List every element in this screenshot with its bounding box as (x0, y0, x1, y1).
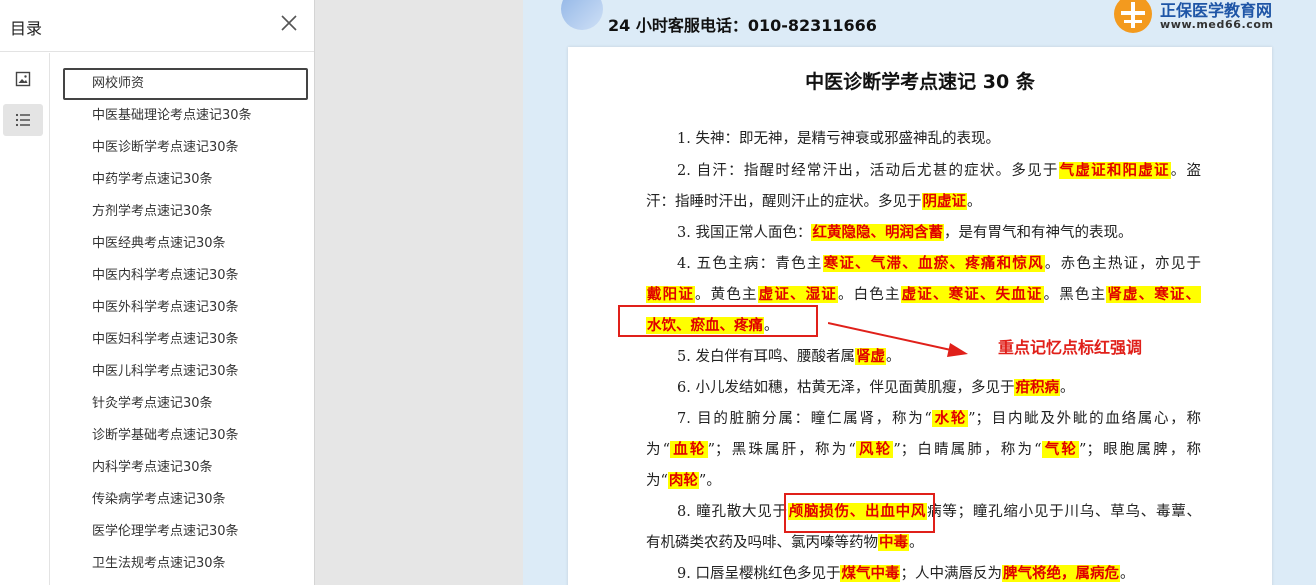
text-line: 为“血轮”；黑珠属肝，称为“风轮”；白睛属肺，称为“气轮”；眼胞属脾，称 (646, 434, 1201, 465)
text-run: ”；白睛属肺，称为“ (893, 442, 1042, 458)
text-line: 9. 口唇呈樱桃红色多见于煤气中毒；人中满唇反为脾气将绝，属病危。 (646, 558, 1201, 585)
text-run: 2. 自汗：指醒时经常汗出，活动后尤甚的症状。多见于 (677, 163, 1059, 179)
text-line: 戴阳证。黄色主虚证、湿证。白色主虚证、寒证、失血证。黑色主肾虚、寒证、 (646, 279, 1202, 310)
text-line: 2. 自汗：指醒时经常汗出，活动后尤甚的症状。多见于气虚证和阳虚证。盗 (646, 155, 1201, 186)
document-viewer[interactable]: 24 小时客服电话：010-82311666 正保医学教育网 www.med66… (523, 0, 1316, 585)
text-run: 。黑色主 (1043, 287, 1107, 303)
text-line: 7. 目的脏腑分属：瞳仁属肾，称为“水轮”；目内眦及外眦的血络属心，称 (646, 403, 1201, 434)
highlight-run: 煤气中毒 (840, 565, 901, 582)
toc-item[interactable]: 中医内科学考点速记30条 (63, 260, 308, 292)
text-line: 1. 失神：即无神，是精亏神衰或邪盛神乱的表现。 (646, 124, 1201, 155)
highlight-run: 风轮 (855, 441, 894, 458)
highlight-run: 水轮 (931, 410, 969, 427)
text-run: 7. 目的脏腑分属：瞳仁属肾，称为“ (677, 411, 932, 427)
text-line: 6. 小儿发结如穗，枯黄无泽，伴见面黄肌瘦，多见于疳积病。 (646, 372, 1201, 403)
text-run: 。 (764, 318, 779, 334)
highlight-run: 虚证、寒证、失血证 (900, 286, 1044, 303)
text-run: 1. 失神：即无神，是精亏神衰或邪盛神乱的表现。 (677, 131, 1000, 147)
highlight-run: 戴阳证 (646, 286, 695, 303)
toc-item[interactable]: 中医基础理论考点速记30条 (63, 100, 308, 132)
annotation-label: 重点记忆点标红强调 (998, 338, 1143, 357)
toc-item[interactable]: 中医经典考点速记30条 (63, 228, 308, 260)
text-run: ，是有胃气和有神气的表现。 (943, 225, 1133, 241)
highlight-run: 寒证、气滞、血瘀、疼痛和惊风 (822, 255, 1045, 272)
document-header: 24 小时客服电话：010-82311666 正保医学教育网 www.med66… (523, 0, 1316, 46)
text-run: ”；目内眦及外眦的血络属心，称 (968, 411, 1202, 427)
decor-circle (561, 0, 603, 30)
text-run: 。 (909, 535, 924, 551)
sidebar-header: 目录 (0, 0, 314, 52)
text-line: 4. 五色主病：青色主寒证、气滞、血瘀、疼痛和惊风。赤色主热证，亦见于 (646, 248, 1201, 279)
highlight-run: 疳积病 (1014, 379, 1060, 396)
text-run: 。白色主 (837, 287, 901, 303)
toc-item[interactable]: 诊断学基础考点速记30条 (63, 420, 308, 452)
image-icon (15, 71, 31, 87)
highlight-run: 脾气将绝，属病危 (1001, 565, 1120, 582)
toc-item[interactable]: 卫生法规考点速记30条 (63, 548, 308, 580)
text-run: 。 (1059, 380, 1075, 396)
toc-item[interactable]: 针灸学考点速记30条 (63, 388, 308, 420)
brand-url: www.med66.com (1160, 18, 1274, 31)
highlight-run: 阴虚证 (921, 193, 967, 210)
text-run: ；人中满唇反为 (900, 566, 1002, 582)
text-run: 有机磷类农药及吗啡、氯丙嗪等药物 (646, 535, 878, 551)
text-line: 3. 我国正常人面色：红黄隐隐、明润含蓄，是有胃气和有神气的表现。 (646, 217, 1201, 248)
text-run: ”。 (698, 473, 721, 489)
highlight-run: 气虚证和阳虚证 (1058, 162, 1171, 179)
text-run: ”；眼胞属脾，称 (1079, 442, 1201, 458)
toc-item[interactable]: 传染病学考点速记30条 (63, 484, 308, 516)
close-icon[interactable] (278, 12, 300, 34)
text-line: 汗：指睡时汗出，醒则汗止的症状。多见于阴虚证。 (646, 186, 1201, 217)
highlight-run: 气轮 (1041, 441, 1080, 458)
text-run: 为“ (646, 473, 668, 489)
sidebar-title: 目录 (10, 19, 43, 38)
highlight-run: 颅脑损伤、出血中风 (787, 503, 928, 520)
toc-item[interactable]: 医学伦理学考点速记30条 (63, 516, 308, 548)
text-run: 3. 我国正常人面色： (677, 225, 812, 241)
hotline-text: 24 小时客服电话：010-82311666 (608, 16, 877, 35)
text-run: 病等；瞳孔缩小见于川乌、草乌、毒蕈、 (927, 504, 1202, 520)
brand-logo-icon (1111, 0, 1155, 34)
text-run: 。赤色主热证，亦见于 (1044, 256, 1202, 272)
text-run: 汗：指睡时汗出，醒则汗止的症状。多见于 (646, 194, 922, 210)
text-line: 为“肉轮”。 (646, 465, 1201, 496)
highlight-run: 虚证、湿证 (757, 286, 838, 303)
highlight-run: 血轮 (670, 441, 708, 458)
text-run: 。 (1119, 566, 1135, 582)
document-page: 中医诊断学考点速记 30 条 1. 失神：即无神，是精亏神衰或邪盛神乱的表现。 … (568, 47, 1272, 585)
text-run: 。盗 (1170, 163, 1202, 179)
text-line: 8. 瞳孔散大见于颅脑损伤、出血中风病等；瞳孔缩小见于川乌、草乌、毒蕈、 (646, 496, 1201, 527)
toc-item[interactable]: 网校师资 (63, 68, 308, 100)
highlight-run: 肾虚、寒证、 (1106, 286, 1202, 303)
thumbnail-view-button[interactable] (3, 63, 43, 95)
text-run: 8. 瞳孔散大见于 (677, 504, 788, 520)
highlight-run: 水饮、瘀血、疼痛 (646, 317, 764, 334)
page-title: 中医诊断学考点速记 30 条 (805, 71, 1035, 93)
toc-item[interactable]: 中药学考点速记30条 (63, 164, 308, 196)
text-run: ”；黑珠属肝，称为“ (707, 442, 856, 458)
sidebar-rail (0, 53, 50, 585)
text-run: 6. 小儿发结如穗，枯黄无泽，伴见面黄肌瘦，多见于 (677, 380, 1015, 396)
toc-item[interactable]: 中医儿科学考点速记30条 (63, 356, 308, 388)
text-run: 。黄色主 (695, 287, 758, 303)
list-icon (15, 113, 30, 127)
highlight-run: 中毒 (878, 534, 909, 551)
text-run: 4. 五色主病：青色主 (677, 256, 823, 272)
toc-item[interactable]: 中医诊断学考点速记30条 (63, 132, 308, 164)
toc-item[interactable]: 内科学考点速记30条 (63, 452, 308, 484)
text-run: 为“ (646, 442, 671, 458)
toc-item[interactable]: 中医外科学考点速记30条 (63, 292, 308, 324)
toc-view-button[interactable] (3, 104, 43, 136)
toc-list: 网校师资 中医基础理论考点速记30条 中医诊断学考点速记30条 中药学考点速记3… (63, 68, 308, 580)
toc-item[interactable]: 中医妇科学考点速记30条 (63, 324, 308, 356)
highlight-run: 红黄隐隐、明润含蓄 (811, 224, 944, 241)
text-run: 9. 口唇呈樱桃红色多见于 (677, 566, 841, 582)
arrow-icon (828, 322, 968, 357)
highlight-run: 肉轮 (667, 472, 699, 489)
toc-sidebar: 目录 网校师资 中医基础理论考点速记30条 中医诊断学考点速记30条 中药学考点… (0, 0, 315, 585)
text-run: 。 (967, 194, 982, 210)
text-line: 有机磷类农药及吗啡、氯丙嗪等药物中毒。 (646, 527, 1201, 558)
toc-item[interactable]: 方剂学考点速记30条 (63, 196, 308, 228)
